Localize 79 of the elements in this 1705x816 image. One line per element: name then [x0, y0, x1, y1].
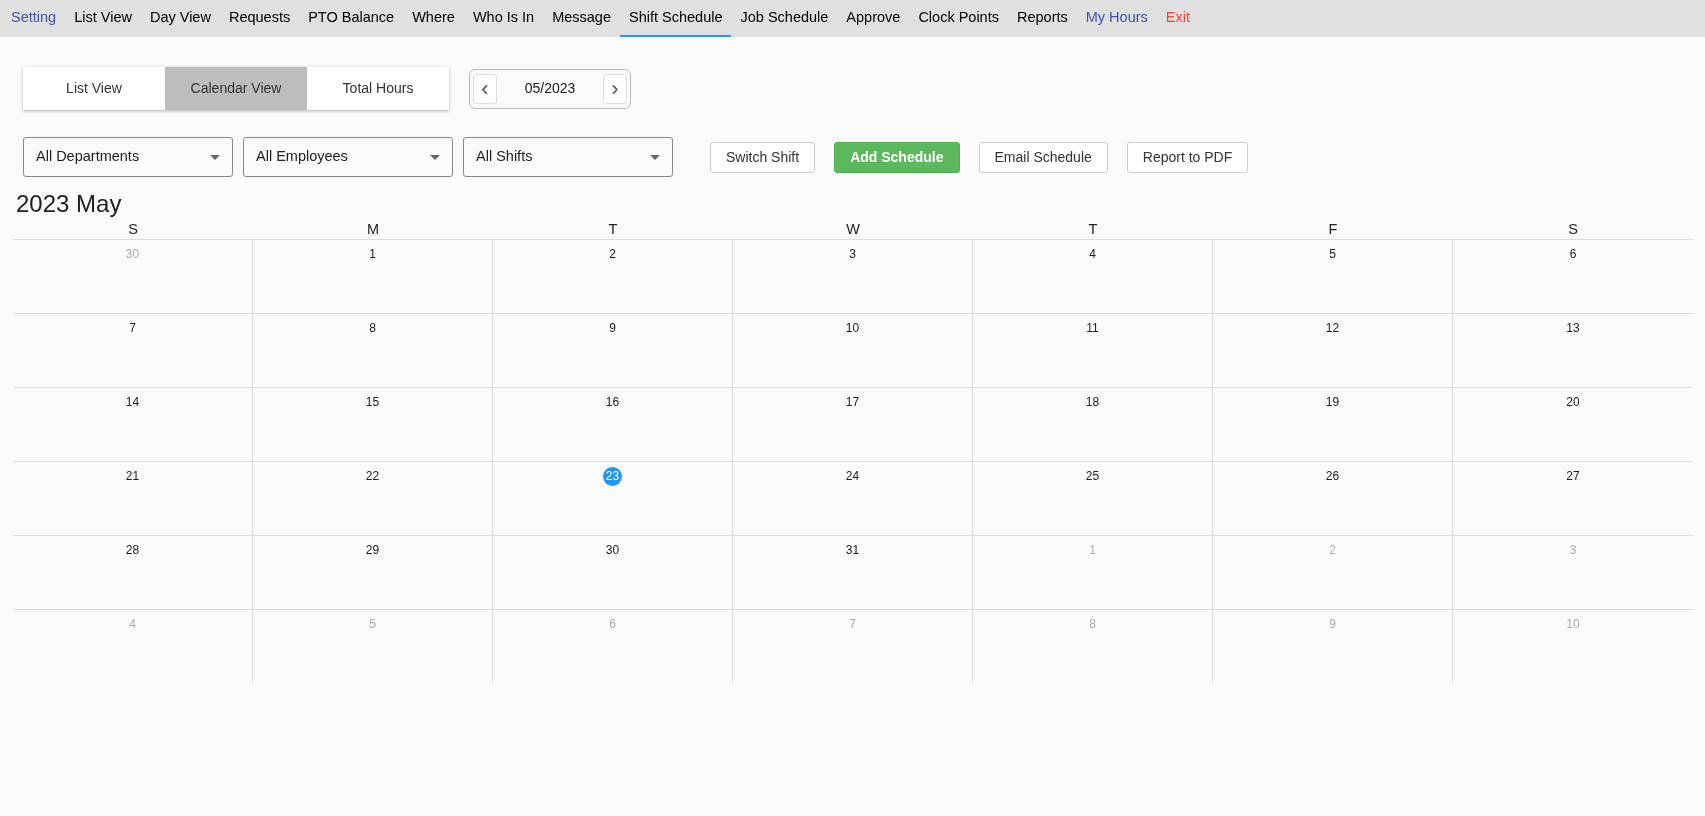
menu-tab[interactable]: Reports [1007, 0, 1077, 37]
action-button[interactable]: Switch Shift [710, 141, 816, 173]
menu-tab[interactable]: Job Schedule [731, 0, 838, 37]
day-number: 9 [608, 319, 617, 337]
menu-tab[interactable]: List View [65, 0, 141, 37]
day-number: 6 [1568, 245, 1578, 263]
dropdown[interactable]: All Departments [23, 137, 233, 177]
weekday-label: T [607, 219, 619, 239]
day-number: 18 [1084, 393, 1101, 411]
day-number: 25 [1084, 467, 1101, 485]
day-number: 29 [364, 541, 381, 559]
dropdown[interactable]: All Employees [243, 137, 453, 177]
day-number: 9 [1328, 615, 1337, 633]
day-number: 19 [1324, 393, 1341, 411]
day-number: 13 [1565, 319, 1581, 337]
calendar-title: 2023 May [16, 190, 123, 219]
menu-tab[interactable]: Clock Points [909, 0, 1008, 37]
dropdown[interactable]: All Shifts [463, 137, 673, 177]
day-number: 27 [1565, 467, 1581, 485]
day-number: 11 [1085, 319, 1100, 337]
day-number: 5 [1328, 245, 1337, 263]
caret-icon [210, 154, 220, 160]
day-number: 3 [848, 245, 857, 263]
view-tab[interactable]: Calendar View [165, 67, 307, 110]
day-number: 22 [364, 467, 381, 485]
day-number: 6 [608, 615, 617, 633]
action-button[interactable]: Email Schedule [978, 141, 1108, 173]
day-number: 24 [844, 467, 861, 485]
menu-tab[interactable]: Who Is In [463, 0, 544, 37]
day-number: 26 [1324, 467, 1341, 485]
day-number: 5 [368, 615, 377, 633]
weekday-label: S [127, 219, 139, 239]
day-number: 1 [1088, 541, 1097, 559]
caret-icon [650, 154, 660, 160]
day-number: 28 [124, 541, 141, 559]
day-number: 4 [128, 615, 137, 633]
day-number: 10 [844, 319, 861, 337]
menu-tab[interactable]: Shift Schedule [619, 0, 732, 37]
weekday-label: S [1567, 219, 1579, 239]
menu-tab[interactable]: Requests [219, 0, 300, 37]
day-number: 30 [604, 541, 621, 559]
day-number: 1 [368, 245, 377, 263]
previous-month-button[interactable]: ‹ [473, 73, 497, 104]
day-number: 14 [124, 393, 141, 411]
menu-tab[interactable]: My Hours [1076, 0, 1157, 37]
day-number: 3 [1568, 541, 1578, 559]
menu-tab[interactable]: Message [543, 0, 620, 37]
menu-tab[interactable]: Setting [2, 0, 66, 37]
weekday-label: M [365, 219, 381, 239]
day-number: 16 [604, 393, 621, 411]
day-number: 8 [1088, 615, 1097, 633]
weekday-label: W [845, 219, 861, 239]
next-month-button[interactable]: › [603, 73, 627, 104]
day-number: 23 [603, 466, 622, 486]
menu-tab[interactable]: PTO Balance [299, 0, 404, 37]
day-number: 4 [1088, 245, 1097, 263]
action-button[interactable]: Report to PDF [1126, 141, 1249, 173]
day-number: 21 [124, 467, 141, 485]
day-number: 30 [124, 245, 141, 263]
month-value: 05/2023 [524, 79, 576, 98]
day-number: 10 [1565, 615, 1581, 633]
weekday-label: T [1087, 219, 1099, 239]
day-number: 17 [844, 393, 861, 411]
day-number: 2 [608, 245, 617, 263]
day-number: 20 [1565, 393, 1581, 411]
day-number: 31 [844, 541, 861, 559]
day-number: 15 [364, 393, 381, 411]
day-number: 7 [848, 615, 857, 633]
view-tab[interactable]: Total Hours [307, 67, 449, 110]
day-number: 12 [1324, 319, 1341, 337]
weekday-label: F [1327, 219, 1339, 239]
view-tab[interactable]: List View [23, 67, 165, 110]
caret-icon [430, 154, 440, 160]
day-number: 8 [368, 319, 377, 337]
menu-tab[interactable]: Approve [837, 0, 910, 37]
day-number: 7 [128, 319, 137, 337]
menu-tab[interactable]: Where [403, 0, 464, 37]
day-number: 2 [1328, 541, 1337, 559]
menu-tab[interactable]: Day View [140, 0, 220, 37]
